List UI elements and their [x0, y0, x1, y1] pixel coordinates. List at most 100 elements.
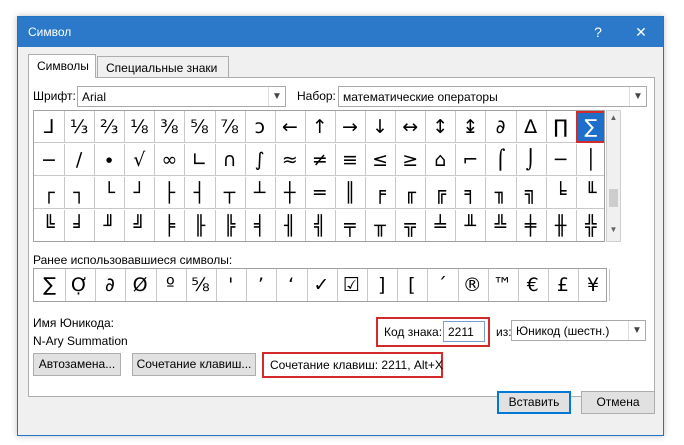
symbol-cell[interactable]: ╣ — [305, 210, 336, 241]
symbol-cell[interactable]: ⌡ — [515, 144, 547, 176]
symbol-cell[interactable]: ╤ — [335, 210, 366, 241]
symbol-cell[interactable]: ⅜ — [154, 111, 186, 143]
recent-symbol-cell[interactable]: º — [155, 269, 187, 301]
symbol-cell[interactable]: ┐ — [64, 177, 96, 209]
chevron-down-icon[interactable]: ▼ — [629, 87, 646, 106]
recent-symbol-cell[interactable]: ☑ — [336, 269, 368, 301]
symbol-cell[interactable]: ╒ — [365, 177, 397, 209]
symbol-cell[interactable]: ╧ — [425, 210, 457, 241]
symbol-cell[interactable]: − — [34, 144, 65, 176]
char-code-input[interactable]: 2211 — [443, 321, 485, 342]
recent-symbol-cell[interactable]: ’ — [245, 269, 278, 301]
recent-symbol-cell[interactable]: ∑ — [34, 269, 66, 301]
scroll-thumb[interactable] — [609, 189, 618, 207]
symbol-cell[interactable]: ⅝ — [184, 111, 216, 143]
symbol-cell[interactable]: ╥ — [365, 210, 397, 241]
cancel-button[interactable]: Отмена — [581, 391, 655, 414]
symbol-cell[interactable]: ╢ — [275, 210, 306, 241]
symbol-cell[interactable]: √ — [124, 144, 156, 176]
symbol-cell[interactable]: ╙ — [575, 177, 604, 209]
symbol-cell[interactable]: ∑ — [575, 111, 604, 143]
symbol-cell[interactable]: ╛ — [64, 210, 96, 241]
symbol-cell[interactable]: ∆ — [515, 111, 547, 143]
symbol-cell[interactable]: ┬ — [214, 177, 246, 209]
symbol-cell[interactable]: ╦ — [395, 210, 427, 241]
symbol-cell[interactable]: ├ — [154, 177, 186, 209]
recent-symbol-cell[interactable]: € — [517, 269, 550, 301]
symbol-cell[interactable]: ∕ — [64, 144, 96, 176]
recent-symbol-cell[interactable]: ™ — [487, 269, 519, 301]
symbol-cell[interactable]: ╘ — [545, 177, 577, 209]
symbol-cell[interactable]: ╜ — [94, 210, 126, 241]
symbol-cell[interactable]: ╪ — [516, 210, 547, 241]
symbol-cell[interactable]: ↔ — [395, 111, 427, 143]
symbol-cell[interactable]: ╚ — [34, 210, 65, 241]
shortcut-key-button[interactable]: Сочетание клавиш... — [132, 353, 256, 376]
recent-symbol-cell[interactable]: ] — [366, 269, 399, 301]
symbol-cell[interactable]: ╕ — [455, 177, 487, 209]
grid-scrollbar[interactable]: ▲ ▼ — [606, 110, 621, 242]
symbol-cell[interactable]: ┌ — [34, 177, 65, 209]
symbol-cell[interactable]: ∂ — [485, 111, 517, 143]
symbol-cell[interactable]: ╓ — [395, 177, 427, 209]
symbol-cell[interactable]: ∟ — [184, 144, 216, 176]
symbol-cell[interactable]: ╞ — [154, 210, 186, 241]
recent-symbol-cell[interactable]: ® — [457, 269, 489, 301]
symbol-cell[interactable]: ╖ — [485, 177, 517, 209]
symbol-cell[interactable]: ╨ — [455, 210, 487, 241]
symbol-cell[interactable]: ↑ — [304, 111, 336, 143]
symbol-cell[interactable]: ╬ — [576, 210, 604, 241]
symbol-cell[interactable]: ≡ — [335, 144, 366, 176]
symbol-cell[interactable]: ≤ — [365, 144, 397, 176]
help-button[interactable]: ? — [578, 17, 618, 47]
symbol-cell[interactable]: ┼ — [274, 177, 306, 209]
symbol-cell[interactable]: ╝ — [124, 210, 156, 241]
symbol-cell[interactable]: ⅃ — [34, 111, 65, 143]
symbol-cell[interactable]: ⅓ — [64, 111, 96, 143]
symbol-cell[interactable]: ∙ — [94, 144, 126, 176]
recent-symbol-cell[interactable]: [ — [396, 269, 429, 301]
recent-symbol-cell[interactable]: ‘ — [276, 269, 308, 301]
symbol-cell[interactable]: ⌐ — [455, 144, 487, 176]
recent-symbol-cell[interactable]: ✓ — [306, 269, 338, 301]
symbol-cell[interactable]: ⅔ — [94, 111, 126, 143]
autocorrect-button[interactable]: Автозамена... — [33, 353, 121, 376]
tab-symbols[interactable]: Символы — [28, 54, 96, 78]
symbol-cell[interactable]: → — [335, 111, 366, 143]
symbol-cell[interactable]: ╔ — [425, 177, 457, 209]
symbol-cell[interactable]: ∞ — [154, 144, 186, 176]
subset-select[interactable]: математические операторы ▼ — [338, 86, 647, 107]
tab-special-characters[interactable]: Специальные знаки — [97, 56, 229, 77]
symbol-cell[interactable]: ∏ — [545, 111, 577, 143]
symbol-cell[interactable]: ╠ — [215, 210, 246, 241]
symbol-cell[interactable]: │ — [575, 144, 604, 176]
recent-symbol-cell[interactable]: ⅝ — [185, 269, 217, 301]
symbol-cell[interactable]: ⅞ — [214, 111, 246, 143]
recent-symbol-cell[interactable]: ´ — [427, 269, 459, 301]
from-select[interactable]: Юникод (шестн.) ▼ — [511, 320, 646, 341]
symbol-cell[interactable]: ╟ — [185, 210, 216, 241]
symbol-cell[interactable]: ≠ — [304, 144, 336, 176]
symbol-cell[interactable]: ∩ — [214, 144, 246, 176]
symbol-cell[interactable]: ┤ — [184, 177, 216, 209]
symbol-cell[interactable]: ≥ — [395, 144, 427, 176]
chevron-down-icon[interactable]: ▼ — [268, 87, 285, 106]
recent-symbol-cell[interactable]: ∂ — [94, 269, 127, 301]
symbol-cell[interactable]: ║ — [335, 177, 366, 209]
symbol-cell[interactable]: ═ — [304, 177, 336, 209]
symbol-cell[interactable]: ┘ — [124, 177, 156, 209]
symbol-cell[interactable]: ⌠ — [485, 144, 517, 176]
symbol-cell[interactable]: ↨ — [455, 111, 487, 143]
symbol-cell[interactable]: ← — [274, 111, 306, 143]
insert-button[interactable]: Вставить — [497, 391, 571, 414]
symbol-cell[interactable]: ┴ — [244, 177, 276, 209]
scroll-down-icon[interactable]: ▼ — [607, 225, 620, 239]
symbol-cell[interactable]: ╫ — [546, 210, 577, 241]
symbol-cell[interactable]: ╩ — [486, 210, 517, 241]
font-select[interactable]: Arial ▼ — [77, 86, 286, 107]
recent-symbol-cell[interactable]: Ợ — [64, 269, 97, 301]
symbol-cell[interactable]: ─ — [545, 144, 577, 176]
symbol-cell[interactable]: ∫ — [244, 144, 276, 176]
recent-symbol-cell[interactable]: ¥ — [578, 269, 610, 301]
close-button[interactable]: ✕ — [621, 17, 661, 47]
